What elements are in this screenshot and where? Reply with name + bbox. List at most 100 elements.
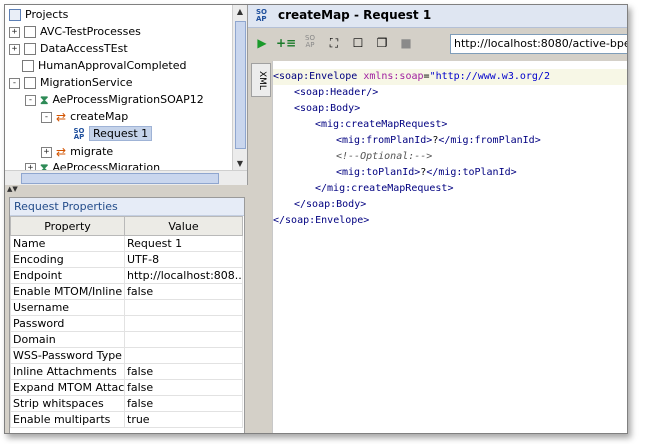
tree-item-label: MigrationService: [40, 76, 133, 89]
tree-vertical-scrollbar[interactable]: ▲ ▼: [232, 5, 247, 171]
tree-item-request1[interactable]: SO AP Request 1: [73, 126, 153, 142]
panel-title: Request Properties: [10, 198, 244, 216]
property-value[interactable]: http://localhost:808...: [124, 267, 243, 284]
project-icon: [22, 60, 34, 72]
table-row[interactable]: Strip whitspaces false: [10, 395, 243, 412]
copy-icon[interactable]: ❐: [374, 35, 390, 51]
request-properties-panel: Request Properties Property Value Name Re…: [9, 197, 245, 433]
expand-icon[interactable]: +: [9, 43, 20, 55]
operation-icon: ⇄: [56, 110, 67, 124]
tree-item-migrate[interactable]: + ⇄ migrate: [41, 144, 113, 160]
tree-item-createmap[interactable]: - ⇄ createMap: [41, 109, 128, 125]
tree-item-migrationservice[interactable]: - MigrationService: [9, 75, 133, 91]
tree-item-humanapproval[interactable]: HumanApprovalCompleted: [22, 58, 186, 74]
property-value[interactable]: true: [124, 411, 243, 428]
property-name: Enable MTOM/Inline: [10, 283, 125, 300]
expand-icon[interactable]: ⛶: [326, 35, 342, 51]
collapse-icon[interactable]: -: [25, 94, 36, 106]
property-name: Password: [10, 315, 125, 332]
editor-toolbar: ▶ +≡ SO AP ⛶ ☐ ❐ ■ http://localhost:8080/…: [248, 31, 627, 55]
code-line: <mig:createMapRequest>: [315, 119, 448, 130]
soap-icon[interactable]: SO AP: [302, 35, 318, 51]
properties-table: Property Value Name Request 1 Encoding UTF…: [10, 216, 243, 428]
tree-item-label: AVC-TestProcesses: [40, 25, 141, 38]
code-line: <soap:Envelope xmlns:soap="http://www.w3…: [273, 69, 627, 85]
column-header-value[interactable]: Value: [124, 216, 243, 236]
tree-item-soap12[interactable]: - ⧗ AeProcessMigrationSOAP12: [25, 92, 204, 108]
collapse-icon[interactable]: -: [9, 77, 20, 89]
tree-item-label: createMap: [70, 110, 129, 123]
column-header-property[interactable]: Property: [10, 216, 125, 236]
tree-root[interactable]: Projects: [9, 7, 68, 23]
stop-icon[interactable]: ■: [398, 35, 414, 51]
table-row[interactable]: Domain: [10, 331, 243, 348]
table-row[interactable]: Expand MTOM Attac... false: [10, 379, 243, 396]
xml-editor[interactable]: <soap:Envelope xmlns:soap="http://www.w3…: [272, 61, 627, 433]
scroll-down-icon[interactable]: ▼: [233, 157, 247, 171]
projects-tree: Projects + AVC-TestProcesses + DataAccessT…: [5, 5, 248, 185]
request-editor: SO AP createMap - Request 1 ▶ +≡ SO AP ⛶ ☐…: [248, 5, 627, 433]
editor-title-bar: SO AP createMap - Request 1: [248, 5, 627, 28]
collapse-icon[interactable]: -: [41, 111, 52, 123]
code-line: </mig:createMapRequest>: [315, 183, 454, 194]
table-row[interactable]: Encoding UTF-8: [10, 251, 243, 268]
tree-item-label: AeProcessMigrationSOAP12: [52, 93, 204, 106]
project-icon: [24, 43, 36, 55]
run-icon[interactable]: ▶: [254, 35, 270, 51]
property-value[interactable]: UTF-8: [124, 251, 243, 268]
table-row[interactable]: Enable multiparts true: [10, 411, 243, 428]
property-value[interactable]: Request 1: [124, 235, 243, 252]
property-value[interactable]: false: [124, 379, 243, 396]
table-row[interactable]: Name Request 1: [10, 235, 243, 252]
tree-item-label: DataAccessTEst: [40, 42, 128, 55]
code-line: </soap:Envelope>: [273, 215, 370, 226]
soap-icon: SO AP: [256, 8, 267, 23]
window-icon[interactable]: ☐: [350, 35, 366, 51]
property-name: Inline Attachments: [10, 363, 125, 380]
table-row[interactable]: Password: [10, 315, 243, 332]
tree-item-dataaccess[interactable]: + DataAccessTEst: [9, 41, 128, 57]
table-row[interactable]: Username: [10, 299, 243, 316]
scroll-thumb[interactable]: [235, 21, 246, 149]
project-icon: [24, 77, 36, 89]
table-row[interactable]: Enable MTOM/Inline false: [10, 283, 243, 300]
project-icon: [24, 26, 36, 38]
table-row[interactable]: WSS-Password Type: [10, 347, 243, 364]
tree-item-label: HumanApprovalCompleted: [38, 59, 187, 72]
tree-item-label: Request 1: [89, 126, 153, 141]
code-line: <mig:fromPlanId>?</mig:fromPlanId>: [336, 135, 541, 146]
editor-title: createMap - Request 1: [278, 8, 432, 22]
property-value[interactable]: false: [124, 283, 243, 300]
add-icon[interactable]: +≡: [276, 35, 296, 51]
tree-item-avc[interactable]: + AVC-TestProcesses: [9, 24, 141, 40]
table-row[interactable]: Inline Attachments false: [10, 363, 243, 380]
property-name: WSS-Password Type: [10, 347, 125, 364]
property-name: Name: [10, 235, 125, 252]
tab-xml[interactable]: XML: [251, 63, 271, 97]
scroll-thumb[interactable]: [21, 173, 219, 184]
code-line: <!--Optional:-->: [336, 151, 433, 162]
operation-icon: ⇄: [56, 145, 67, 159]
scroll-up-icon[interactable]: ▲: [233, 5, 247, 19]
property-value[interactable]: [124, 347, 243, 364]
property-value[interactable]: false: [124, 395, 243, 412]
code-line: <soap:Body>: [294, 103, 361, 114]
property-name: Strip whitspaces: [10, 395, 125, 412]
property-name: Endpoint: [10, 267, 125, 284]
expand-icon[interactable]: +: [41, 146, 52, 158]
property-value[interactable]: [124, 331, 243, 348]
property-name: Expand MTOM Attac...: [10, 379, 125, 396]
property-value[interactable]: [124, 299, 243, 316]
tree-horizontal-scrollbar[interactable]: [5, 170, 247, 185]
property-value[interactable]: false: [124, 363, 243, 380]
panel-splitter[interactable]: ▲▼: [5, 185, 249, 194]
tree-item-label: migrate: [70, 145, 114, 158]
table-row[interactable]: Endpoint http://localhost:808...: [10, 267, 243, 284]
code-line: <mig:toPlanId>?</mig:toPlanId>: [336, 167, 517, 178]
endpoint-url-field[interactable]: http://localhost:8080/active-bpel/se: [450, 34, 627, 54]
expand-icon[interactable]: +: [9, 26, 20, 38]
app-window: Projects + AVC-TestProcesses + DataAccessT…: [4, 4, 628, 434]
interface-icon: ⧗: [40, 93, 49, 107]
tree-root-label: Projects: [25, 8, 69, 21]
property-value[interactable]: [124, 315, 243, 332]
